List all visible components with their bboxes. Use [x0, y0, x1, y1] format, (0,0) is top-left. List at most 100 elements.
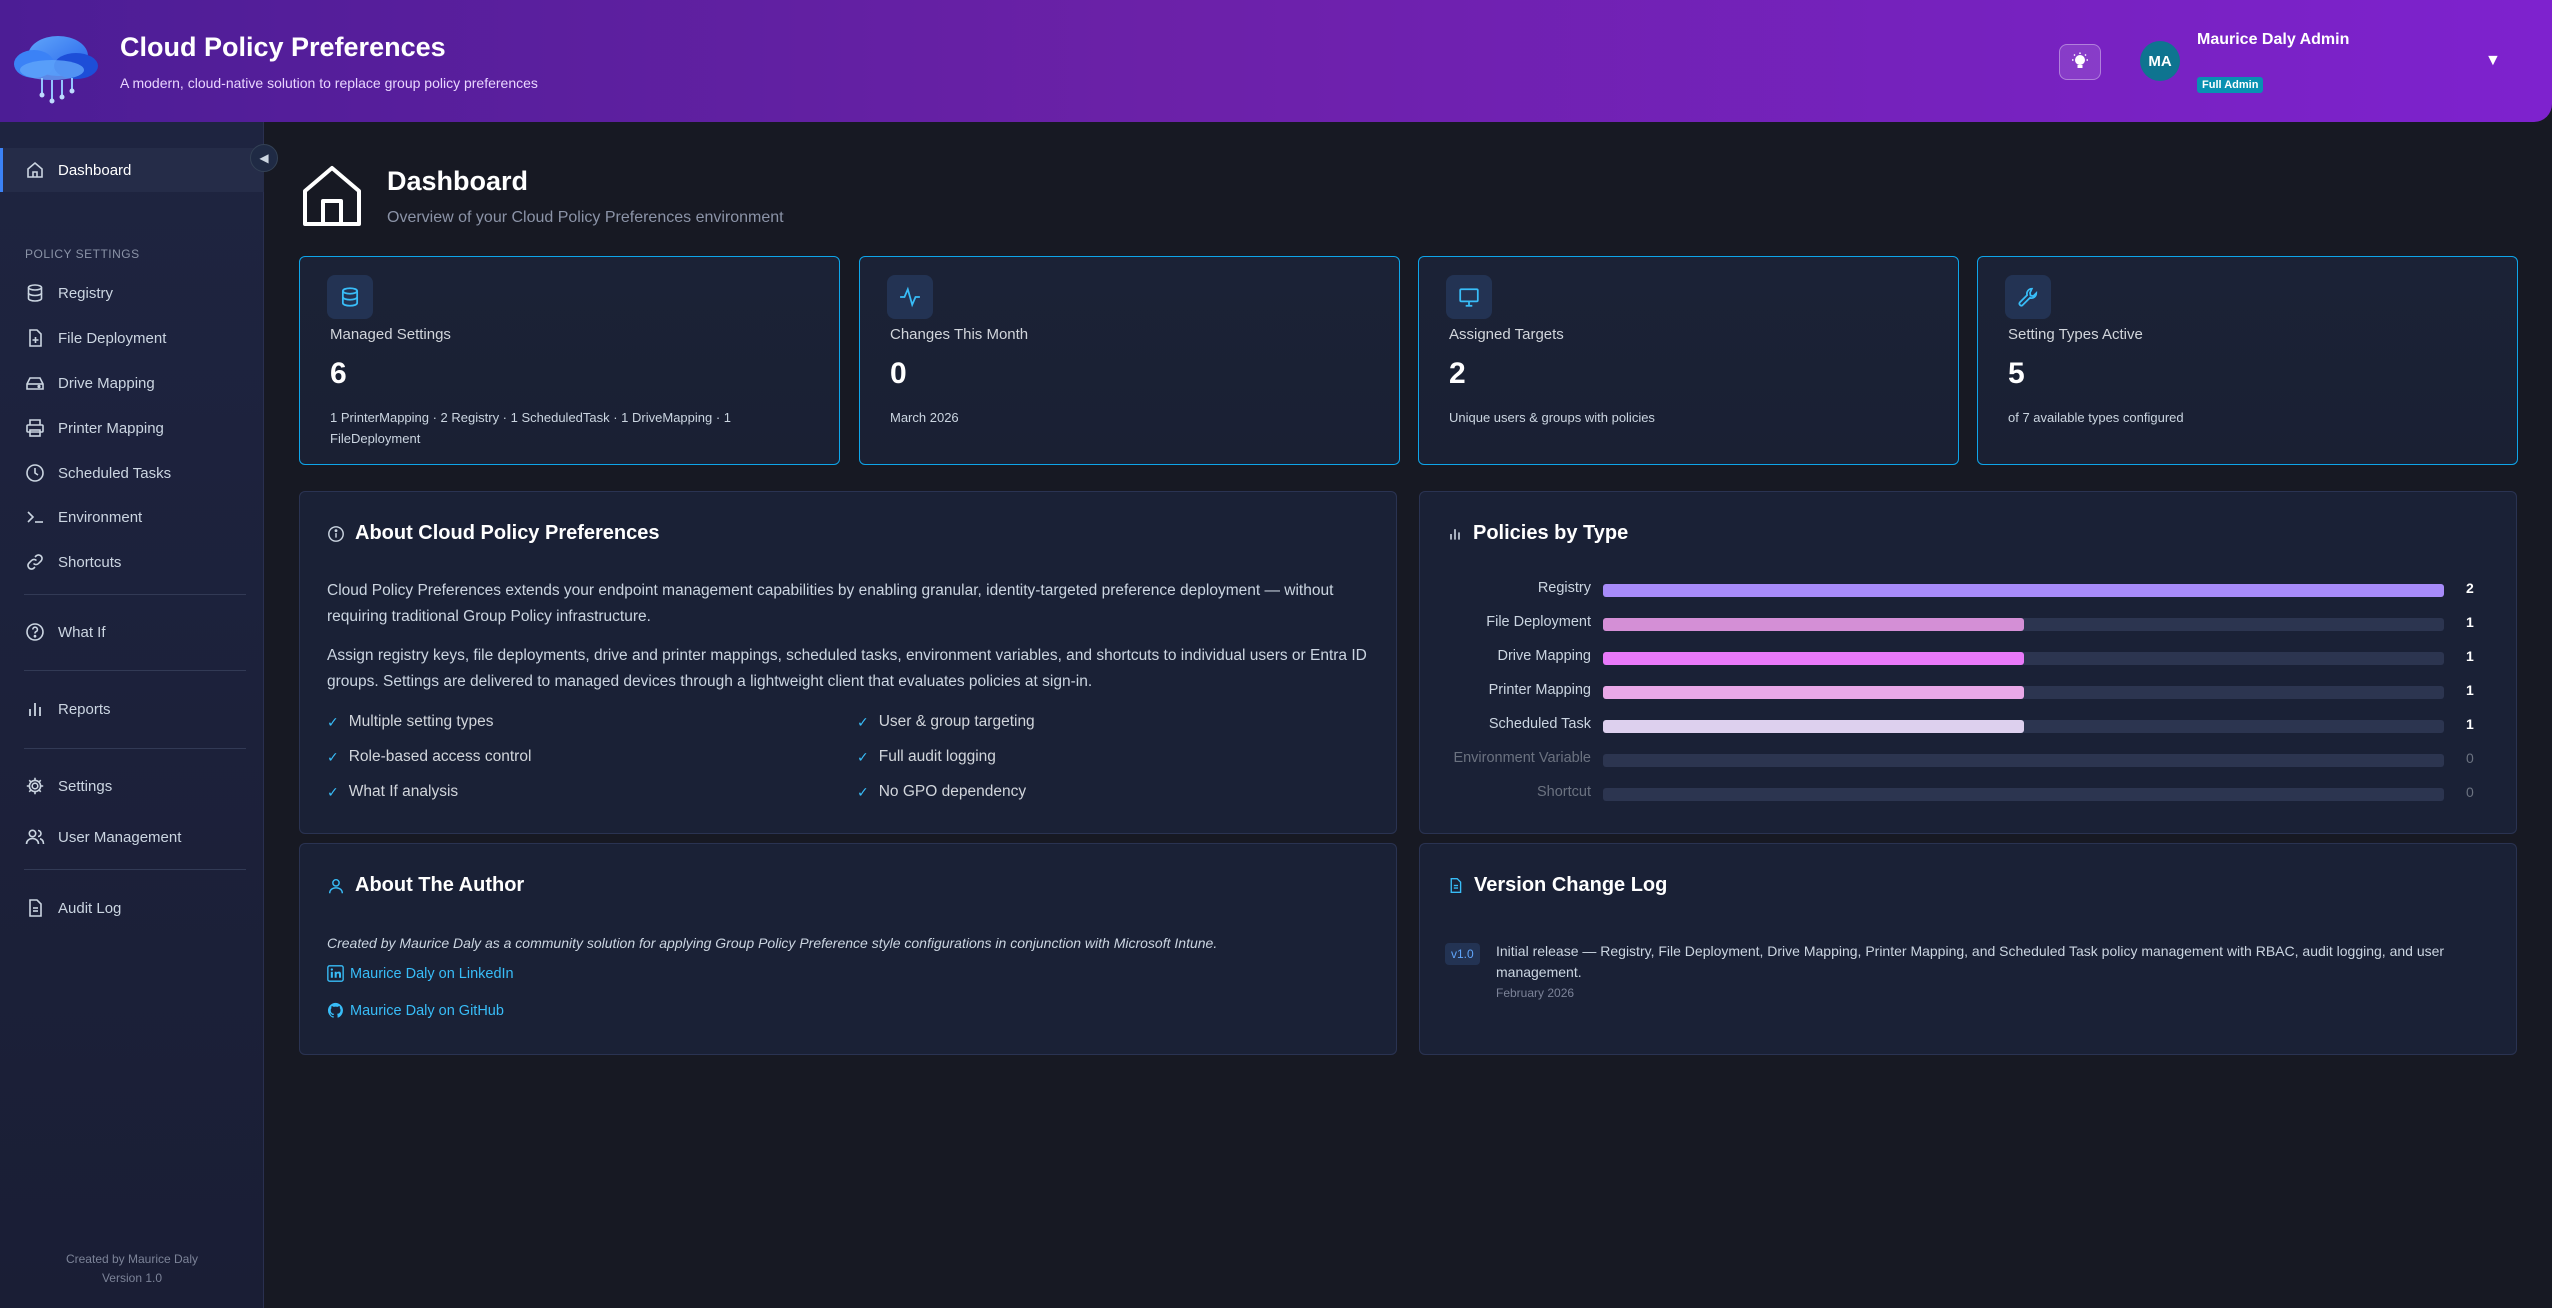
sidebar-item-label: Drive Mapping [58, 374, 155, 392]
hard-drive-icon [24, 372, 46, 394]
bar-row: Drive Mapping 1 [1420, 648, 2518, 668]
bar [1603, 584, 2444, 597]
feature-item: ✓ Full audit logging [857, 748, 996, 765]
sidebar-item-audit-log[interactable]: Audit Log [0, 886, 264, 930]
sidebar-item-scheduled-tasks[interactable]: Scheduled Tasks [0, 451, 264, 495]
bar-category-label: File Deployment [1486, 614, 1591, 630]
bar-category-label: Drive Mapping [1497, 648, 1592, 664]
terminal-icon [24, 506, 46, 528]
policies-by-type-panel: Policies by Type Registry 2 File Deploymen… [1419, 491, 2517, 834]
stat-value: 6 [330, 357, 347, 390]
check-icon: ✓ [327, 783, 339, 800]
database-icon [327, 275, 373, 319]
sidebar-item-label: Audit Log [58, 899, 122, 917]
stat-card-assigned-targets[interactable]: Assigned Targets 2 Unique users & groups… [1418, 256, 1959, 465]
user-menu-caret-icon[interactable]: ▼ [2485, 52, 2501, 70]
sidebar-collapse-button[interactable]: ◀ [250, 144, 278, 172]
sidebar-item-label: Printer Mapping [58, 419, 164, 437]
about-title-text: About Cloud Policy Preferences [355, 522, 660, 544]
sidebar-item-shortcuts[interactable]: Shortcuts [0, 540, 264, 584]
sidebar-item-label: What If [58, 623, 106, 641]
author-title: About The Author [327, 874, 524, 897]
policies-by-type-title: Policies by Type [1447, 522, 1628, 545]
check-icon: ✓ [857, 713, 869, 730]
role-badge: Full Admin [2197, 77, 2264, 93]
sidebar-item-registry[interactable]: Registry [0, 271, 264, 315]
about-paragraph-1: Cloud Policy Preferences extends your en… [327, 582, 1334, 625]
linkedin-link-text[interactable]: Maurice Daly on LinkedIn [350, 966, 514, 982]
printer-icon [24, 417, 46, 439]
bar-row: Environment Variable 0 [1420, 750, 2518, 770]
stat-card-managed-settings[interactable]: Managed Settings 6 1 PrinterMapping · 2 … [299, 256, 840, 465]
home-icon [303, 166, 361, 226]
sidebar-item-reports[interactable]: Reports [0, 687, 264, 731]
chart-title: Policies by Type [1473, 522, 1629, 544]
bar-category-label: Shortcut [1537, 784, 1591, 800]
bar-value-label: 1 [2466, 682, 2474, 698]
bar [1603, 618, 2024, 631]
stat-card-setting-types-active[interactable]: Setting Types Active 5 of 7 available ty… [1977, 256, 2518, 465]
sidebar-item-label: Reports [58, 700, 111, 718]
theme-toggle-button[interactable] [2059, 44, 2101, 80]
author-title-text: About The Author [355, 874, 525, 896]
sidebar-item-dashboard[interactable]: Dashboard [0, 148, 264, 192]
bar [1603, 652, 2024, 665]
check-icon: ✓ [327, 713, 339, 730]
activity-icon [887, 275, 933, 319]
page-title: Dashboard [387, 166, 529, 196]
bar-row: Shortcut 0 [1420, 784, 2518, 804]
sidebar-footer-version: Version 1.0 [101, 1271, 163, 1285]
wrench-icon [2005, 275, 2051, 319]
author-panel: About The Author Created by Maurice Daly… [299, 843, 1397, 1055]
sidebar: Dashboard POLICY SETTINGS Registry File … [0, 122, 264, 1308]
stat-note: of 7 available types configured [2008, 410, 2184, 425]
file-text-icon [24, 897, 46, 919]
stat-note: 1 PrinterMapping · 2 Registry · 1 Schedu… [330, 410, 732, 446]
sidebar-item-user-management[interactable]: User Management [0, 815, 264, 859]
sidebar-item-file-deployment[interactable]: File Deployment [0, 316, 264, 360]
lightbulb-icon [2072, 52, 2088, 68]
sidebar-item-settings[interactable]: Settings [0, 764, 264, 808]
bar-track [1603, 686, 2444, 699]
stat-value: 0 [890, 357, 907, 390]
sidebar-item-label: Settings [58, 777, 113, 795]
app-subtitle: A modern, cloud-native solution to repla… [120, 75, 538, 91]
version-badge: v1.0 [1445, 943, 1480, 965]
version-date: February 2026 [1496, 986, 1575, 1000]
bar-track [1603, 754, 2444, 767]
link-icon [24, 551, 46, 573]
sidebar-item-label: User Management [58, 828, 182, 846]
bar-chart-icon [1447, 526, 1463, 542]
clock-icon [24, 462, 46, 484]
sidebar-item-label: Environment [58, 508, 143, 526]
feature-item: ✓ Multiple setting types [327, 713, 494, 730]
user-avatar[interactable]: MA [2140, 41, 2180, 81]
github-link-text[interactable]: Maurice Daly on GitHub [350, 1003, 504, 1019]
changelog-panel: Version Change Log v1.0 Initial release … [1419, 843, 2517, 1055]
stat-card-changes-this-month[interactable]: Changes This Month 0 March 2026 [859, 256, 1400, 465]
sidebar-item-environment[interactable]: Environment [0, 495, 264, 539]
linkedin-link[interactable]: Maurice Daly on LinkedIn [327, 965, 514, 982]
sidebar-footer-created: Created by Maurice Daly [65, 1252, 199, 1266]
sidebar-item-label: Dashboard [58, 161, 132, 179]
author-description: Created by Maurice Daly as a community s… [327, 935, 1218, 951]
sidebar-item-label: File Deployment [58, 329, 167, 347]
gear-icon [24, 775, 46, 797]
sidebar-item-label: Registry [58, 284, 114, 302]
stat-label: Setting Types Active [2008, 326, 2143, 343]
bar-track [1603, 652, 2444, 665]
check-icon: ✓ [327, 748, 339, 765]
bar [1603, 686, 2024, 699]
stat-label: Changes This Month [890, 326, 1029, 343]
sidebar-item-drive-mapping[interactable]: Drive Mapping [0, 361, 264, 405]
changelog-title-text: Version Change Log [1474, 874, 1668, 896]
bar-value-label: 0 [2466, 784, 2474, 800]
sidebar-item-label: Scheduled Tasks [58, 464, 172, 482]
bar-value-label: 1 [2466, 614, 2474, 630]
app-header: Cloud Policy Preferences A modern, cloud… [0, 0, 2552, 122]
sidebar-item-what-if[interactable]: What If [0, 610, 264, 654]
stat-note: March 2026 [890, 410, 959, 425]
sidebar-item-printer-mapping[interactable]: Printer Mapping [0, 406, 264, 450]
github-link[interactable]: Maurice Daly on GitHub [327, 1002, 504, 1019]
feature-item: ✓ User & group targeting [857, 713, 1035, 730]
